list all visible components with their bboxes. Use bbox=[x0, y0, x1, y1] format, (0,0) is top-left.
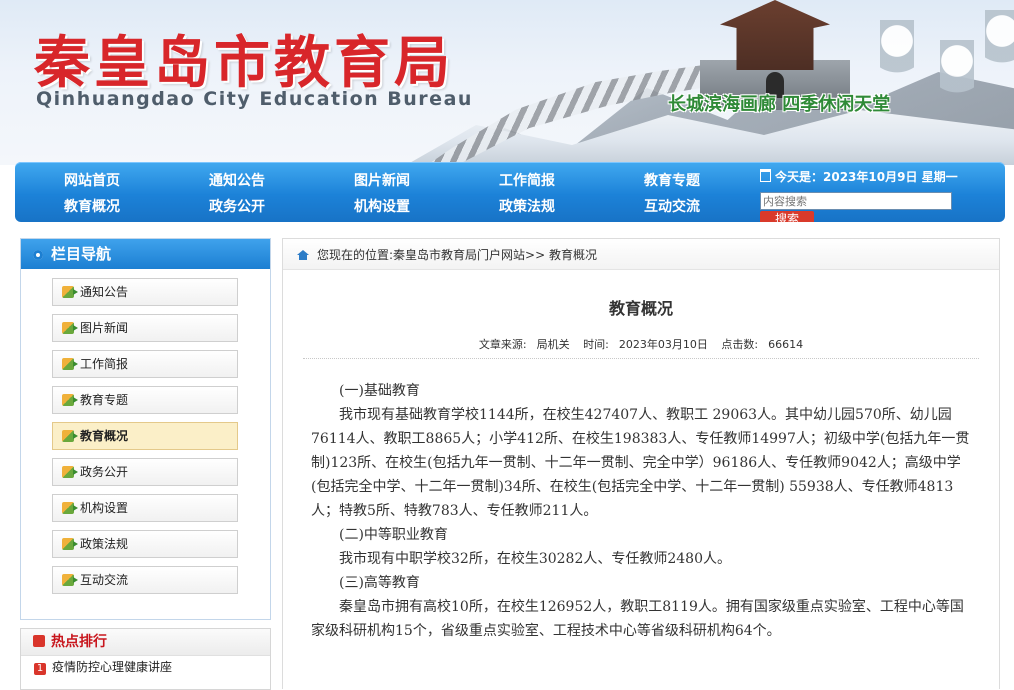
site-slogan: 长城滨海画廊 四季休闲天堂 bbox=[668, 94, 891, 115]
nav-organization[interactable]: 机构设置 bbox=[322, 196, 442, 216]
sidebar-nav: 栏目导航 通知公告 图片新闻 工作简报 教育专题 教育概况 政务公开 机构设置 … bbox=[20, 238, 271, 620]
banner-snow-tree bbox=[880, 20, 914, 90]
article-meta: 文章来源: 局机关 时间: 2023年03月10日 点击数: 66614 bbox=[283, 336, 999, 352]
sidebar-item-label: 机构设置 bbox=[80, 501, 129, 515]
article-body: (一)基础教育 我市现有基础教育学校1144所，在校生427407人、教职工 2… bbox=[311, 379, 973, 643]
main-nav: 网站首页 通知公告 图片新闻 工作简报 教育专题 教育概况 政务公开 机构设置 … bbox=[15, 162, 1005, 222]
sidebar-item-label: 政策法规 bbox=[80, 537, 129, 551]
sidebar-item-work-briefs[interactable]: 工作简报 bbox=[52, 350, 238, 378]
article-paragraph: 秦皇岛市拥有高校10所，在校生126952人，教职工8119人。拥有国家级重点实… bbox=[311, 599, 964, 639]
sidebar-title: 栏目导航 bbox=[51, 245, 112, 263]
hits-value: 66614 bbox=[768, 338, 804, 351]
arrow-doc-icon bbox=[62, 358, 78, 370]
breadcrumb-prefix: 您现在的位置: bbox=[317, 248, 394, 262]
sidebar-item-overview[interactable]: 教育概况 bbox=[52, 422, 238, 450]
sidebar-item-topics[interactable]: 教育专题 bbox=[52, 386, 238, 414]
rank-number: 1 bbox=[34, 663, 46, 675]
sidebar-item-interaction[interactable]: 互动交流 bbox=[52, 566, 238, 594]
home-icon bbox=[297, 250, 309, 260]
nav-notices[interactable]: 通知公告 bbox=[177, 170, 297, 190]
calendar-icon bbox=[760, 169, 771, 182]
breadcrumb-path[interactable]: 秦皇岛市教育局门户网站>> 教育概况 bbox=[393, 248, 597, 262]
date-display: 今天是：2023年10月9日 星期一 bbox=[760, 168, 958, 185]
time-label: 时间: bbox=[583, 338, 609, 351]
hot-ranking-panel: 热点排行 1 疫情防控心理健康讲座 bbox=[20, 628, 271, 690]
arrow-doc-icon bbox=[62, 394, 78, 406]
nav-interaction[interactable]: 互动交流 bbox=[612, 196, 732, 216]
header-banner: 秦皇岛市教育局 Qinhuangdao City Education Burea… bbox=[0, 0, 1014, 165]
source-value: 局机关 bbox=[536, 338, 570, 351]
arrow-doc-icon bbox=[62, 466, 78, 478]
arrow-doc-icon bbox=[62, 430, 78, 442]
banner-watchtower bbox=[720, 0, 830, 70]
sidebar-item-label: 教育概况 bbox=[80, 429, 129, 443]
time-value: 2023年03月10日 bbox=[618, 338, 708, 351]
section-heading: (三)高等教育 bbox=[339, 575, 420, 591]
sidebar-item-organization[interactable]: 机构设置 bbox=[52, 494, 238, 522]
nav-work-briefs[interactable]: 工作简报 bbox=[467, 170, 587, 190]
sidebar-item-policies[interactable]: 政策法规 bbox=[52, 530, 238, 558]
nav-topics[interactable]: 教育专题 bbox=[612, 170, 732, 190]
arrow-doc-icon bbox=[62, 538, 78, 550]
article-paragraph: 我市现有基础教育学校1144所，在校生427407人、教职工 29063人。其中… bbox=[311, 407, 970, 519]
search-button[interactable]: 搜索 bbox=[760, 211, 814, 222]
arrow-doc-icon bbox=[62, 574, 78, 586]
site-title: 秦皇岛市教育局 bbox=[34, 30, 454, 96]
sidebar-item-label: 图片新闻 bbox=[80, 321, 129, 335]
banner-snow-tree bbox=[985, 10, 1014, 80]
hot-ranking-header: 热点排行 bbox=[21, 629, 270, 656]
sidebar-item-label: 教育专题 bbox=[80, 393, 129, 407]
sidebar-item-label: 政务公开 bbox=[80, 465, 129, 479]
sidebar-item-notices[interactable]: 通知公告 bbox=[52, 278, 238, 306]
breadcrumb: 您现在的位置:秦皇岛市教育局门户网站>> 教育概况 bbox=[283, 239, 999, 270]
section-heading: (一)基础教育 bbox=[339, 383, 420, 399]
meta-divider bbox=[303, 358, 979, 359]
arrow-doc-icon bbox=[62, 322, 78, 334]
nav-photo-news[interactable]: 图片新闻 bbox=[322, 170, 442, 190]
sidebar-item-gov-affairs[interactable]: 政务公开 bbox=[52, 458, 238, 486]
arrow-doc-icon bbox=[62, 286, 78, 298]
article-paragraph: 我市现有中职学校32所，在校生30282人、专任教师2480人。 bbox=[339, 551, 731, 567]
section-heading: (二)中等职业教育 bbox=[339, 527, 448, 543]
hot-ranking-item[interactable]: 1 疫情防控心理健康讲座 bbox=[21, 656, 270, 678]
hot-icon bbox=[33, 635, 45, 647]
date-text: 今天是：2023年10月9日 星期一 bbox=[775, 170, 958, 184]
banner-snow-tree bbox=[940, 40, 974, 110]
source-label: 文章来源: bbox=[478, 338, 527, 351]
bullet-icon bbox=[33, 250, 43, 260]
sidebar-item-label: 工作简报 bbox=[80, 357, 129, 371]
site-title-english: Qinhuangdao City Education Bureau bbox=[36, 88, 473, 110]
article-title: 教育概况 bbox=[608, 299, 673, 318]
sidebar-item-label: 互动交流 bbox=[80, 573, 129, 587]
search-input[interactable] bbox=[760, 192, 952, 210]
hits-label: 点击数: bbox=[721, 338, 759, 351]
sidebar-header: 栏目导航 bbox=[21, 239, 270, 269]
arrow-doc-icon bbox=[62, 502, 78, 514]
hot-ranking-item-text: 疫情防控心理健康讲座 bbox=[52, 660, 173, 674]
hot-ranking-title: 热点排行 bbox=[51, 634, 107, 650]
nav-home[interactable]: 网站首页 bbox=[32, 170, 152, 190]
nav-policies[interactable]: 政策法规 bbox=[467, 196, 587, 216]
nav-gov-affairs[interactable]: 政务公开 bbox=[177, 196, 297, 216]
article-panel: 您现在的位置:秦皇岛市教育局门户网站>> 教育概况 教育概况 文章来源: 局机关 … bbox=[282, 238, 1000, 689]
nav-overview[interactable]: 教育概况 bbox=[32, 196, 152, 216]
sidebar-item-photo-news[interactable]: 图片新闻 bbox=[52, 314, 238, 342]
sidebar-item-label: 通知公告 bbox=[80, 285, 129, 299]
